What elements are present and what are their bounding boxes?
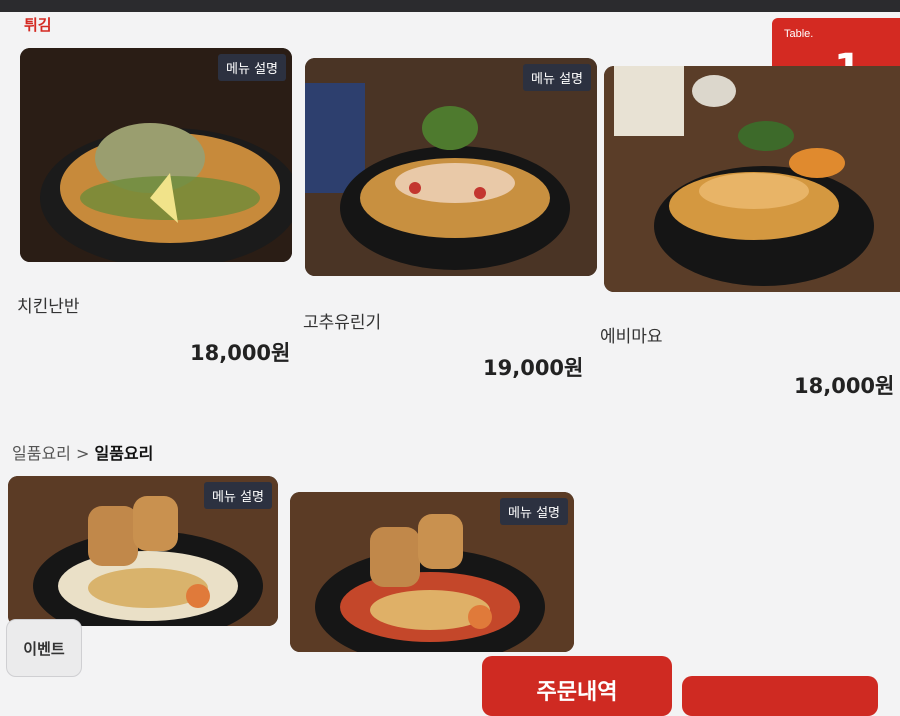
section-title: 튀김	[24, 16, 52, 34]
menu-item-name: 치킨난반	[17, 297, 80, 317]
breadcrumb: 일품요리 > 일품요리	[12, 440, 153, 464]
menu-description-button[interactable]: 메뉴 설명	[500, 498, 568, 525]
menu-item-name: 고추유린기	[303, 313, 382, 333]
menu-item-price: 18,000원	[190, 341, 291, 365]
bottom-action-button[interactable]	[682, 676, 878, 716]
table-label: Table.	[784, 28, 814, 40]
top-bezel	[0, 0, 900, 12]
menu-item-image[interactable]: 메뉴 설명	[8, 476, 278, 626]
menu-item-image[interactable]	[604, 66, 900, 292]
menu-item-price: 18,000원	[794, 374, 895, 398]
breadcrumb-separator: >	[75, 444, 90, 463]
menu-description-button[interactable]: 메뉴 설명	[204, 482, 272, 509]
menu-item-image[interactable]: 메뉴 설명	[20, 48, 292, 262]
event-button[interactable]: 이벤트	[6, 619, 82, 677]
menu-description-button[interactable]: 메뉴 설명	[523, 64, 591, 91]
menu-item-image[interactable]: 메뉴 설명	[290, 492, 574, 652]
menu-description-button[interactable]: 메뉴 설명	[218, 54, 286, 81]
breadcrumb-current: 일품요리	[94, 444, 154, 463]
breadcrumb-parent[interactable]: 일품요리	[12, 444, 71, 463]
menu-item-name: 에비마요	[600, 327, 663, 347]
menu-item-image[interactable]: 메뉴 설명	[305, 58, 597, 276]
menu-item-price: 19,000원	[483, 356, 584, 380]
order-history-button[interactable]: 주문내역	[482, 656, 672, 716]
